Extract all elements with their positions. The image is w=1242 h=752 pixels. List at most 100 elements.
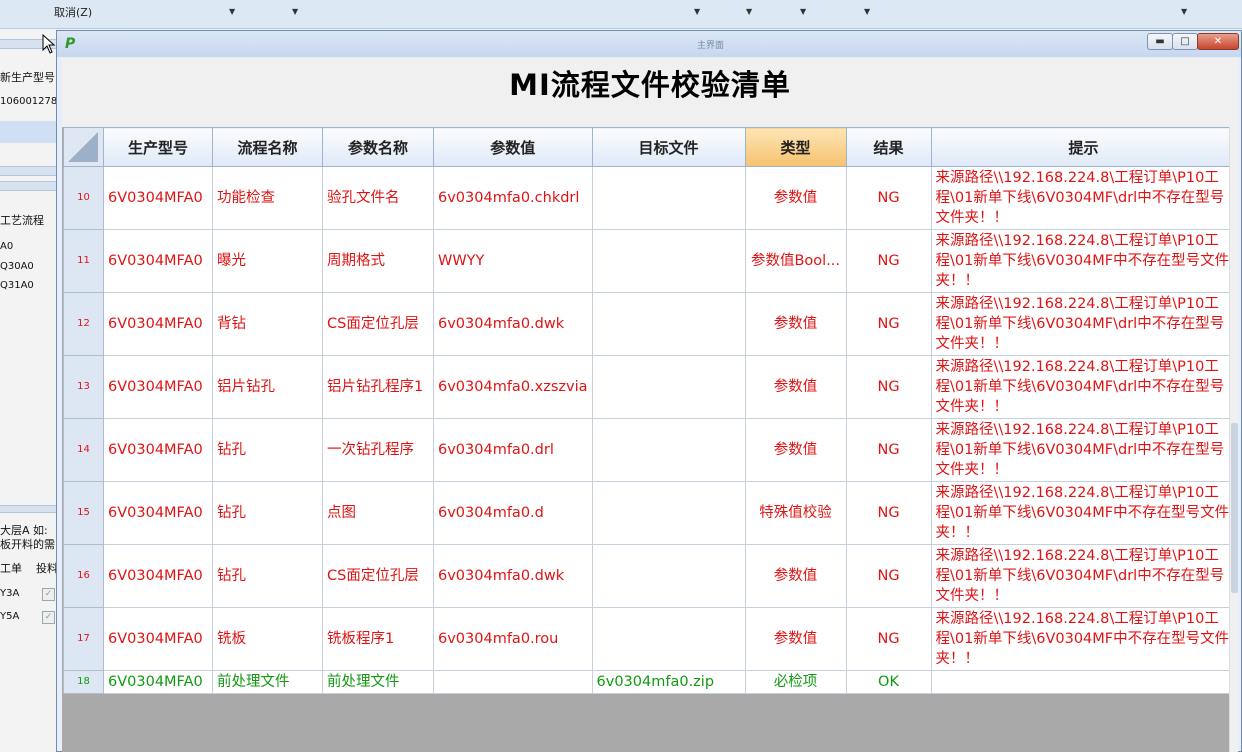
cell-process[interactable]: 钻孔 <box>212 418 323 482</box>
model-value[interactable]: 1060012780 <box>0 96 56 107</box>
cell-param-name[interactable]: 周期格式 <box>322 229 434 293</box>
cell-process[interactable]: 钻孔 <box>212 481 323 545</box>
cell-process[interactable]: 背钻 <box>212 292 323 356</box>
table-row[interactable]: 13 6V0304MFA0 铝片钻孔 铝片钻孔程序1 6v0304mfa0.xz… <box>63 355 1237 419</box>
cell-hint[interactable]: 来源路径\\192.168.224.8\工程订单\P10工程\01新单下线\6V… <box>930 544 1237 608</box>
dropdown-arrow-icon[interactable]: ▼ <box>694 7 700 16</box>
cell-model[interactable]: 6V0304MFA0 <box>103 166 213 230</box>
cell-type[interactable]: 参数值 <box>744 166 847 230</box>
cell-model[interactable]: 6V0304MFA0 <box>103 418 213 482</box>
cell-model[interactable]: 6V0304MFA0 <box>103 292 213 356</box>
cell-model[interactable]: 6V0304MFA0 <box>103 229 213 293</box>
cell-process[interactable]: 前处理文件 <box>212 670 323 694</box>
row-number[interactable]: 12 <box>63 292 104 356</box>
cell-param-name[interactable]: CS面定位孔层 <box>322 544 434 608</box>
scrollbar-thumb[interactable] <box>1231 423 1238 593</box>
cell-process[interactable]: 钻孔 <box>212 544 323 608</box>
cell-result[interactable]: NG <box>845 481 932 545</box>
row-number[interactable]: 17 <box>63 607 104 671</box>
list-item[interactable]: Q30A0 <box>0 261 56 272</box>
cell-hint[interactable]: 来源路径\\192.168.224.8\工程订单\P10工程\01新单下线\6V… <box>930 229 1237 293</box>
column-header-type[interactable]: 类型 <box>744 127 847 167</box>
cell-target-file[interactable] <box>591 166 746 230</box>
cell-hint[interactable]: 来源路径\\192.168.224.8\工程订单\P10工程\01新单下线\6V… <box>930 166 1237 230</box>
list-item[interactable]: A0 <box>0 241 56 252</box>
table-row[interactable]: 18 6V0304MFA0 前处理文件 前处理文件 6v0304mfa0.zip… <box>63 670 1237 694</box>
cell-model[interactable]: 6V0304MFA0 <box>103 670 213 694</box>
cell-param-value[interactable]: 6v0304mfa0.d <box>433 481 593 545</box>
cell-process[interactable]: 功能检查 <box>212 166 323 230</box>
cell-param-name[interactable]: 一次钻孔程序 <box>322 418 434 482</box>
cell-param-value[interactable]: 6v0304mfa0.xzszvia <box>433 355 593 419</box>
row-number[interactable]: 14 <box>63 418 104 482</box>
row-number[interactable]: 13 <box>63 355 104 419</box>
cell-param-name[interactable]: 点图 <box>322 481 434 545</box>
cell-param-name[interactable]: 铝片钻孔程序1 <box>322 355 434 419</box>
cell-model[interactable]: 6V0304MFA0 <box>103 607 213 671</box>
dialog-titlebar[interactable]: P 主界面 ▬ □ ✕ <box>57 31 1241 57</box>
cell-model[interactable]: 6V0304MFA0 <box>103 544 213 608</box>
cell-type[interactable]: 参数值 <box>744 418 847 482</box>
column-header-param-value[interactable]: 参数值 <box>433 127 593 167</box>
column-header-target-file[interactable]: 目标文件 <box>591 127 746 167</box>
cell-target-file[interactable] <box>591 355 746 419</box>
cell-result[interactable]: NG <box>845 229 932 293</box>
cell-hint[interactable]: 来源路径\\192.168.224.8\工程订单\P10工程\01新单下线\6V… <box>930 418 1237 482</box>
cell-hint[interactable]: 来源路径\\192.168.224.8\工程订单\P10工程\01新单下线\6V… <box>930 292 1237 356</box>
minimize-button[interactable]: ▬ <box>1147 33 1173 50</box>
cell-model[interactable]: 6V0304MFA0 <box>103 481 213 545</box>
cell-result[interactable]: NG <box>845 607 932 671</box>
row-number[interactable]: 11 <box>63 229 104 293</box>
cell-target-file[interactable] <box>591 481 746 545</box>
cell-param-name[interactable]: 铣板程序1 <box>322 607 434 671</box>
table-row[interactable]: 15 6V0304MFA0 钻孔 点图 6v0304mfa0.d 特殊值校验 N… <box>63 481 1237 545</box>
cell-process[interactable]: 铣板 <box>212 607 323 671</box>
cell-hint[interactable] <box>930 670 1237 694</box>
table-row[interactable]: 17 6V0304MFA0 铣板 铣板程序1 6v0304mfa0.rou 参数… <box>63 607 1237 671</box>
process-tab[interactable]: 工艺流程 <box>0 212 56 228</box>
cell-type[interactable]: 参数值Bool... <box>744 229 847 293</box>
maximize-button[interactable]: □ <box>1172 33 1198 50</box>
cell-process[interactable]: 铝片钻孔 <box>212 355 323 419</box>
cell-type[interactable]: 参数值 <box>744 355 847 419</box>
dropdown-arrow-icon[interactable]: ▼ <box>292 7 298 16</box>
cell-target-file[interactable] <box>591 418 746 482</box>
table-row[interactable]: 14 6V0304MFA0 钻孔 一次钻孔程序 6v0304mfa0.drl 参… <box>63 418 1237 482</box>
cell-result[interactable]: NG <box>845 355 932 419</box>
cell-target-file[interactable] <box>591 292 746 356</box>
cell-result[interactable]: NG <box>845 292 932 356</box>
cell-param-value[interactable]: 6v0304mfa0.rou <box>433 607 593 671</box>
dropdown-arrow-icon[interactable]: ▼ <box>1181 7 1187 16</box>
column-header-hint[interactable]: 提示 <box>930 127 1237 167</box>
column-header-param-name[interactable]: 参数名称 <box>322 127 434 167</box>
checkbox[interactable]: ✓ <box>42 611 55 624</box>
table-row[interactable]: 11 6V0304MFA0 曝光 周期格式 WWYY 参数值Bool... NG… <box>63 229 1237 293</box>
cell-type[interactable]: 参数值 <box>744 607 847 671</box>
cell-target-file[interactable] <box>591 607 746 671</box>
checkbox[interactable]: ✓ <box>42 588 55 601</box>
row-number[interactable]: 18 <box>63 670 104 694</box>
selected-row[interactable] <box>0 121 56 143</box>
cell-model[interactable]: 6V0304MFA0 <box>103 355 213 419</box>
cell-target-file[interactable] <box>591 544 746 608</box>
cell-param-name[interactable]: 前处理文件 <box>322 670 434 694</box>
cell-param-value[interactable]: 6v0304mfa0.drl <box>433 418 593 482</box>
close-button[interactable]: ✕ <box>1197 33 1239 50</box>
cell-target-file[interactable] <box>591 229 746 293</box>
cell-param-value[interactable]: WWYY <box>433 229 593 293</box>
row-number[interactable]: 10 <box>63 166 104 230</box>
dropdown-arrow-icon[interactable]: ▼ <box>746 7 752 16</box>
row-number[interactable]: 15 <box>63 481 104 545</box>
cell-result[interactable]: OK <box>845 670 932 694</box>
cell-param-name[interactable]: 验孔文件名 <box>322 166 434 230</box>
select-all-corner[interactable] <box>63 127 104 167</box>
cancel-menu-item[interactable]: 取消(Z) <box>54 4 92 20</box>
row-number[interactable]: 16 <box>63 544 104 608</box>
column-header-model[interactable]: 生产型号 <box>103 127 213 167</box>
cell-param-value[interactable] <box>433 670 593 694</box>
table-row[interactable]: 16 6V0304MFA0 钻孔 CS面定位孔层 6v0304mfa0.dwk … <box>63 544 1237 608</box>
cell-type[interactable]: 参数值 <box>744 544 847 608</box>
dropdown-arrow-icon[interactable]: ▼ <box>864 7 870 16</box>
cell-type[interactable]: 参数值 <box>744 292 847 356</box>
list-item[interactable]: Q31A0 <box>0 280 56 291</box>
